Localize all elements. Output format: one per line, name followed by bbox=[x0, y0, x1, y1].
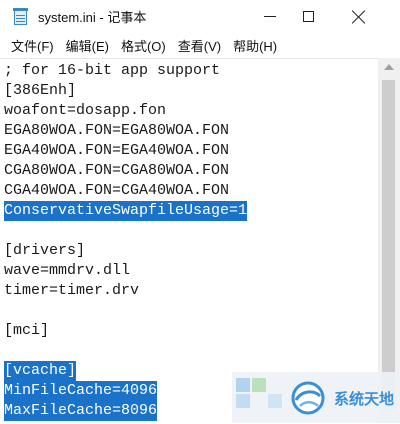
menu-edit[interactable]: 编辑(E) bbox=[66, 36, 109, 55]
close-icon bbox=[352, 10, 366, 24]
menu-view[interactable]: 查看(V) bbox=[178, 36, 221, 55]
maximize-icon bbox=[302, 11, 314, 22]
title-bar[interactable]: system.ini - 记事本 bbox=[0, 0, 400, 33]
menu-format[interactable]: 格式(O) bbox=[121, 36, 166, 55]
selected-text-line: ConservativeSwapfileUsage=1 bbox=[4, 201, 248, 221]
text-line: [mci] bbox=[4, 322, 50, 339]
text-line: timer=timer.drv bbox=[4, 282, 140, 299]
vertical-scrollbar[interactable] bbox=[378, 58, 400, 423]
text-line: [386Enh] bbox=[4, 82, 77, 99]
text-line: CGA40WOA.FON=CGA40WOA.FON bbox=[4, 182, 230, 199]
close-button[interactable] bbox=[336, 0, 382, 33]
selected-text-line: [vcache] bbox=[4, 361, 77, 381]
notepad-icon bbox=[12, 7, 30, 26]
watermark-tile bbox=[252, 378, 266, 392]
watermark: 系统天地 bbox=[232, 372, 400, 423]
text-line: woafont=dosapp.fon bbox=[4, 102, 167, 119]
menu-bar: 文件(F) 编辑(E) 格式(O) 查看(V) 帮助(H) bbox=[0, 33, 400, 57]
scroll-up-arrow-icon[interactable] bbox=[384, 64, 394, 70]
minimize-icon bbox=[264, 16, 276, 17]
menu-help[interactable]: 帮助(H) bbox=[233, 36, 277, 55]
watermark-tile bbox=[236, 378, 250, 392]
selected-text-line: MaxFileCache=8096 bbox=[4, 401, 158, 421]
window-title: system.ini - 记事本 bbox=[38, 10, 147, 25]
watermark-tile bbox=[236, 394, 250, 408]
selected-text-line: MinFileCache=4096 bbox=[4, 381, 158, 401]
globe-logo-icon bbox=[291, 381, 325, 415]
maximize-button[interactable] bbox=[285, 0, 331, 33]
menu-file[interactable]: 文件(F) bbox=[11, 36, 54, 55]
watermark-tile bbox=[268, 394, 282, 408]
text-line: ; for 16-bit app support bbox=[4, 62, 221, 79]
scroll-thumb[interactable] bbox=[382, 80, 395, 410]
text-line: [drivers] bbox=[4, 242, 86, 259]
text-line: CGA80WOA.FON=CGA80WOA.FON bbox=[4, 162, 230, 179]
text-editor-area[interactable]: ; for 16-bit app support [386Enh] woafont=… bbox=[0, 58, 378, 424]
text-line: wave=mmdrv.dll bbox=[4, 262, 131, 279]
watermark-text: 系统天地 bbox=[334, 390, 395, 408]
text-line: EGA80WOA.FON=EGA80WOA.FON bbox=[4, 122, 230, 139]
text-line: EGA40WOA.FON=EGA40WOA.FON bbox=[4, 142, 230, 159]
